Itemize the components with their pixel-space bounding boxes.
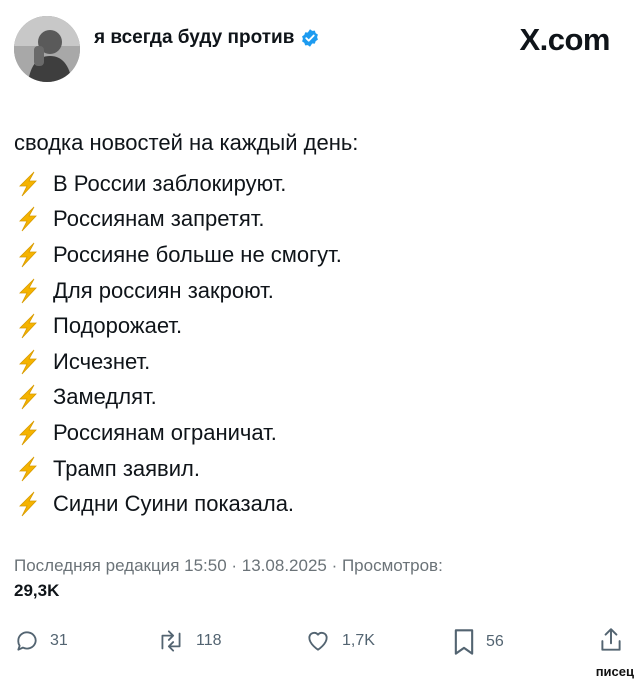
list-item-text: В России заблокируют. [53,170,287,196]
lightning-bolt-icon [19,491,37,517]
list-item: Для россиян закроют. [14,273,342,309]
bookmark-count: 56 [486,633,504,650]
lightning-bolt-icon [19,313,37,339]
post-headline: сводка новостей на каждый день: [14,130,359,155]
bookmark-button[interactable]: 56 [452,628,504,656]
reply-button[interactable]: 31 [14,628,68,654]
list-item-text: Замедлят. [53,384,157,410]
action-bar: 31 118 1,7K 56 [0,622,640,662]
list-item-text: Россиянам запретят. [53,206,265,232]
repost-count: 118 [196,632,222,649]
avatar[interactable] [14,16,80,82]
lightning-bolt-icon [19,385,37,410]
like-count: 1,7K [342,632,375,649]
reply-count: 31 [50,632,68,649]
author-name[interactable]: я всегда буду против [94,27,294,49]
repost-button[interactable]: 118 [156,628,222,654]
lightning-bolt-icon [19,456,37,481]
list-item: Сидни Суини показала. [14,486,342,522]
author-name-row: я всегда буду против [94,27,320,49]
verified-badge-icon [302,29,319,47]
list-item-text: Сидни Суини показала. [53,491,295,517]
lightning-bolt-icon [19,171,37,197]
list-item: В России заблокируют. [14,166,342,202]
list-item-text: Подорожает. [53,313,183,339]
share-button[interactable] [598,626,624,654]
lightning-bolt-icon [19,420,37,446]
reply-icon [17,631,37,651]
share-icon [601,628,621,651]
list-item: Россияне больше не смогут. [14,237,342,273]
list-item: Исчезнет. [14,344,342,380]
views-count: 29,3K [14,581,60,600]
bookmark-icon [454,629,474,655]
watermark: писец [595,664,634,679]
lightning-bolt-icon [19,207,37,232]
list-item: Россиянам запретят. [14,202,342,238]
list-item-text: Для россиян закроют. [53,277,274,303]
like-button[interactable]: 1,7K [304,628,375,654]
post-meta: Последняя редакция 15:50 · 13.08.2025 · … [14,556,443,575]
lightning-bolt-icon [19,242,37,268]
lightning-bolt-icon [19,278,37,303]
list-item-text: Россияне больше не смогут. [53,241,342,267]
lightning-bolt-icon [19,349,37,375]
list-item: Россиянам ограничат. [14,415,342,451]
news-list: В России заблокируют. Россиянам запретят… [14,166,342,522]
list-item: Трамп заявил. [14,451,342,487]
list-item: Подорожает. [14,308,342,344]
heart-icon [308,632,328,651]
repost-icon [161,630,181,652]
list-item: Замедлят. [14,380,342,416]
list-item-text: Трамп заявил. [53,455,200,481]
avatar-photo [14,16,80,82]
list-item-text: Исчезнет. [53,348,151,374]
brand-logo: X.com [519,22,610,57]
list-item-text: Россиянам ограничат. [53,419,277,445]
